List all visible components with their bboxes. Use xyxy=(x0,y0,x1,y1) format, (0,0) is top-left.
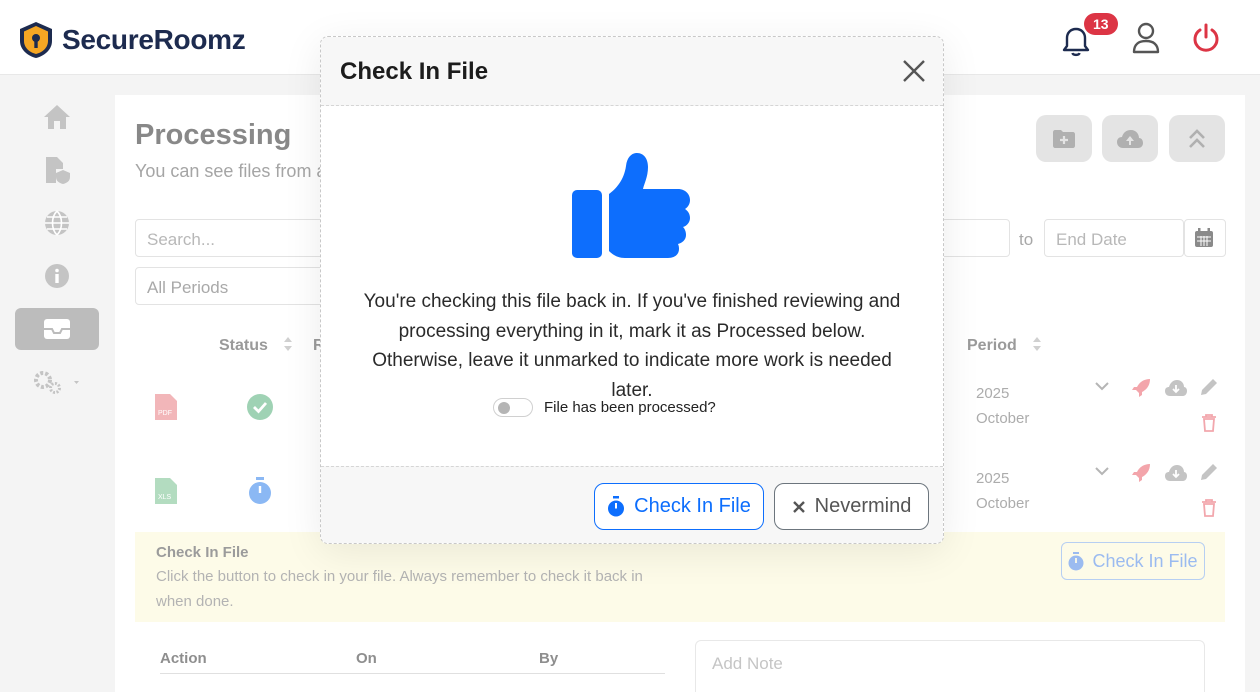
sidebar-item-processing[interactable] xyxy=(15,308,99,350)
notice-title: Check In File xyxy=(156,544,249,561)
sort-icon[interactable] xyxy=(1032,336,1042,352)
collapse-button[interactable] xyxy=(1169,115,1225,162)
stopwatch-icon xyxy=(1068,551,1084,570)
stopwatch-icon xyxy=(249,477,271,504)
xls-file-icon: XLS xyxy=(155,478,177,504)
stopwatch-icon xyxy=(608,496,625,517)
trash-icon[interactable] xyxy=(1201,499,1217,517)
inbox-icon xyxy=(44,319,70,339)
sidebar-item-settings[interactable] xyxy=(15,361,99,403)
globe-icon xyxy=(45,210,69,236)
end-date-input[interactable]: End Date xyxy=(1044,219,1184,257)
sort-icon[interactable] xyxy=(283,336,293,352)
page-title: Processing xyxy=(135,119,292,151)
nevermind-button[interactable]: Nevermind xyxy=(774,483,929,530)
row-period: 2025 October xyxy=(976,466,1029,516)
file-shield-icon xyxy=(46,157,70,184)
double-chevron-up-icon xyxy=(1189,128,1205,148)
power-icon[interactable] xyxy=(1192,23,1220,53)
sidebar-item-home[interactable] xyxy=(15,96,99,138)
period-year: 2025 xyxy=(976,470,1010,487)
calendar-icon xyxy=(1195,228,1213,247)
date-range-to-label: to xyxy=(1019,230,1034,249)
svg-text:XLS: XLS xyxy=(158,494,172,501)
sidebar-item-info[interactable] xyxy=(15,255,99,297)
upload-button[interactable] xyxy=(1102,115,1158,162)
cloud-upload-icon xyxy=(1117,129,1143,148)
rocket-icon[interactable] xyxy=(1131,463,1151,483)
trash-icon[interactable] xyxy=(1201,414,1217,432)
processed-toggle-row: File has been processed? xyxy=(493,398,716,417)
toggle-knob xyxy=(498,402,510,414)
calendar-button[interactable] xyxy=(1184,219,1226,257)
check-in-modal: Check In File You're checking this file … xyxy=(320,36,944,544)
thumbs-up-icon xyxy=(572,153,690,258)
notifications-button[interactable]: 13 xyxy=(1062,13,1118,57)
check-in-file-button[interactable]: Check In File xyxy=(594,483,764,530)
pdf-file-icon: PDF xyxy=(155,394,177,420)
check-in-notice: Check In File Click the button to check … xyxy=(135,532,1225,622)
period-month: October xyxy=(976,410,1030,427)
new-folder-button[interactable] xyxy=(1036,115,1092,162)
notice-text: Click the button to check in your file. … xyxy=(156,568,643,610)
history-divider xyxy=(160,673,665,674)
home-icon xyxy=(44,105,70,129)
chevron-down-icon[interactable] xyxy=(1094,380,1110,392)
nevermind-label: Nevermind xyxy=(814,495,912,517)
processed-toggle-label[interactable]: File has been processed? xyxy=(544,399,716,416)
period-year: 2025 xyxy=(976,385,1010,402)
chevron-down-icon[interactable] xyxy=(1094,465,1110,477)
close-icon xyxy=(903,59,925,82)
svg-text:PDF: PDF xyxy=(158,410,172,417)
modal-footer: Check In File Nevermind xyxy=(321,466,943,543)
cloud-download-icon[interactable] xyxy=(1164,464,1188,482)
pencil-icon[interactable] xyxy=(1200,463,1218,481)
row-period: 2025 October xyxy=(976,381,1029,431)
close-icon xyxy=(792,500,805,513)
check-circle-icon xyxy=(247,394,273,420)
column-header-period[interactable]: Period xyxy=(967,337,1017,355)
search-input[interactable]: Search... xyxy=(135,219,335,257)
modal-title: Check In File xyxy=(340,58,489,85)
history-header-action: Action xyxy=(160,650,207,667)
cloud-download-icon[interactable] xyxy=(1164,379,1188,397)
notice-check-in-button[interactable]: Check In File xyxy=(1061,542,1205,580)
modal-message: You're checking this file back in. If yo… xyxy=(363,291,901,401)
processed-toggle[interactable] xyxy=(493,398,533,417)
brand-logo[interactable]: SecureRoomz xyxy=(18,21,246,59)
brand-name: SecureRoomz xyxy=(62,24,246,55)
gears-icon xyxy=(34,371,79,394)
sidebar-item-secure-files[interactable] xyxy=(15,149,99,191)
modal-close-button[interactable] xyxy=(899,57,929,87)
add-note-input[interactable]: Add Note xyxy=(695,640,1205,692)
shield-lock-icon xyxy=(20,22,52,58)
sidebar-item-globe[interactable] xyxy=(15,202,99,244)
user-icon[interactable] xyxy=(1132,22,1160,54)
modal-header: Check In File xyxy=(321,37,943,106)
page-subtitle: You can see files from a xyxy=(135,161,327,181)
history-header-on: On xyxy=(356,650,377,667)
history-header-by: By xyxy=(539,650,559,667)
notice-check-in-label: Check In File xyxy=(1092,550,1198,571)
period-month: October xyxy=(976,495,1030,512)
period-select[interactable]: All Periods xyxy=(135,267,335,305)
check-in-file-label: Check In File xyxy=(634,495,751,517)
pencil-icon[interactable] xyxy=(1200,378,1218,396)
info-icon xyxy=(45,264,69,288)
folder-plus-icon xyxy=(1053,129,1075,148)
column-header-status[interactable]: Status xyxy=(219,337,268,355)
sidebar xyxy=(0,76,115,692)
rocket-icon[interactable] xyxy=(1131,378,1151,398)
notification-count-badge: 13 xyxy=(1084,13,1118,35)
